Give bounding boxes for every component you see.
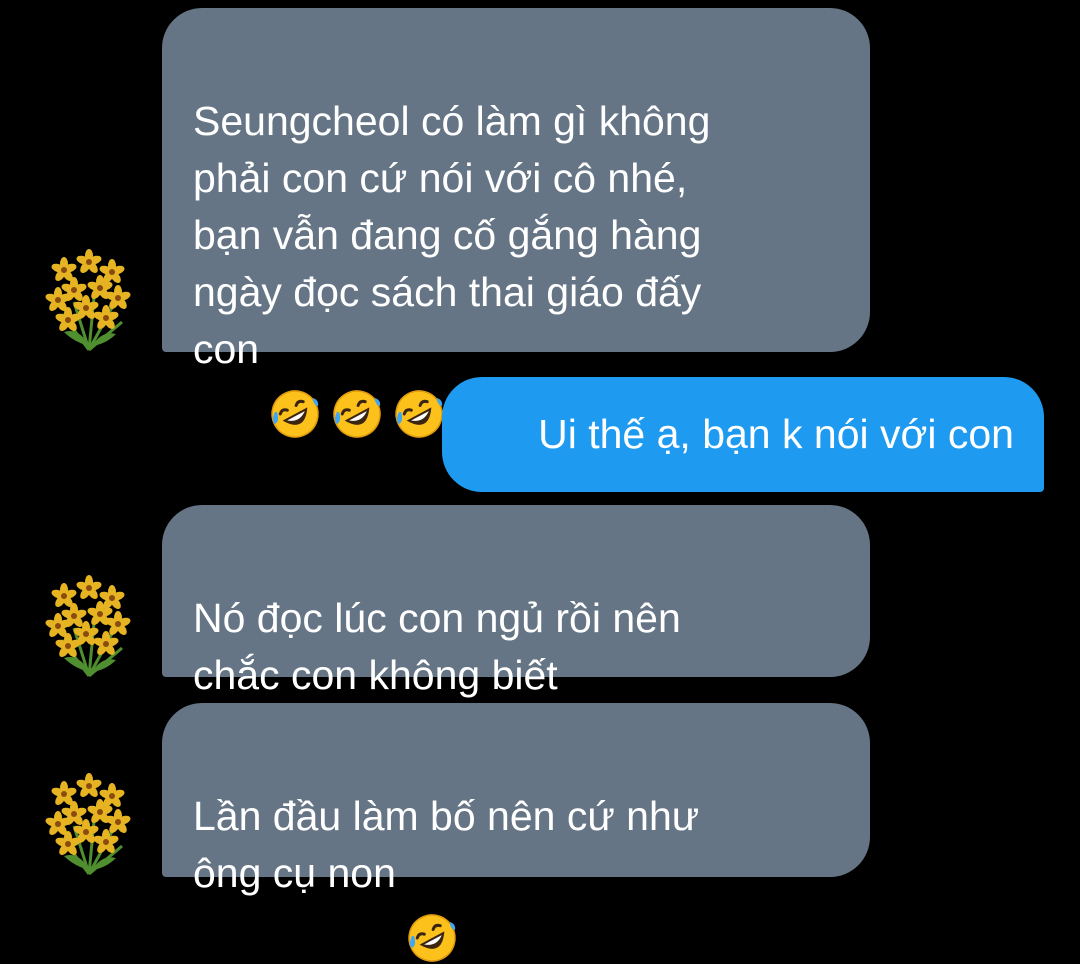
message-text: Ui thế ạ, bạn k nói với con: [538, 411, 1014, 457]
outgoing-message-bubble[interactable]: Ui thế ạ, bạn k nói với con: [442, 377, 1044, 492]
contact-avatar[interactable]: [34, 568, 144, 678]
message-text: Nó đọc lúc con ngủ rồi nên chắc con khôn…: [193, 595, 681, 698]
yellow-flower-bouquet-icon: [34, 766, 144, 876]
incoming-message-bubble[interactable]: Seungcheol có làm gì không phải con cứ n…: [162, 8, 870, 438]
incoming-message-bubble[interactable]: Lần đầu làm bố nên cứ như ông cụ non: [162, 703, 870, 962]
incoming-message-bubble[interactable]: Nó đọc lúc con ngủ rồi nên chắc con khôn…: [162, 505, 870, 698]
rolling-on-floor-laughing-icon: [393, 331, 445, 438]
contact-avatar[interactable]: [34, 242, 144, 352]
contact-avatar[interactable]: [34, 766, 144, 876]
rolling-on-floor-laughing-icon: [331, 331, 383, 438]
rolling-on-floor-laughing-icon: [406, 855, 458, 962]
yellow-flower-bouquet-icon: [34, 568, 144, 678]
rolling-on-floor-laughing-icon: [269, 331, 321, 438]
yellow-flower-bouquet-icon: [34, 242, 144, 352]
